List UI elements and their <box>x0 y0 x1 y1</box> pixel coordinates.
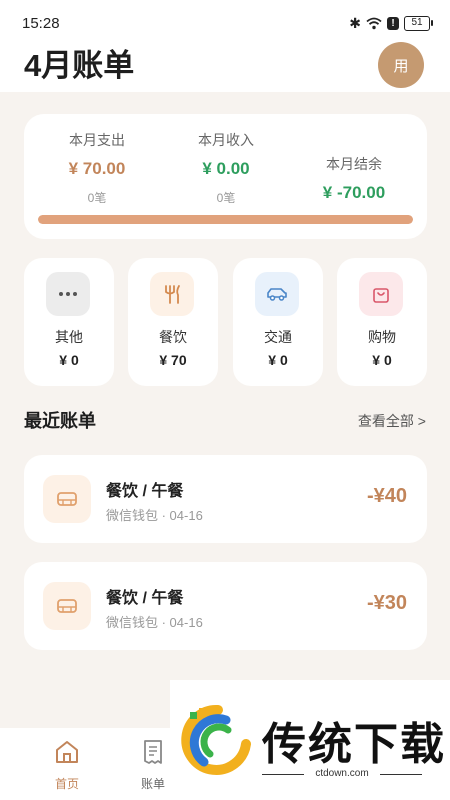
category-other[interactable]: 其他 ¥ 0 <box>24 258 114 386</box>
category-name: 交通 <box>264 329 292 345</box>
watermark-logo-icon <box>181 704 251 775</box>
status-time: 15:28 <box>22 15 60 32</box>
fork-knife-icon <box>150 272 194 316</box>
home-icon <box>56 741 78 763</box>
category-name: 其他 <box>55 329 83 345</box>
status-icons: ✱ ! 51 <box>349 15 433 31</box>
bill-title: 餐饮 / 午餐 <box>106 590 184 607</box>
expense-value: ¥ 70.00 <box>68 159 126 178</box>
food-box-icon <box>43 475 91 523</box>
bill-item[interactable]: 餐饮 / 午餐 微信钱包 · 04-16 -¥40 <box>24 455 427 543</box>
category-amount: ¥ 0 <box>59 352 79 368</box>
expense-count: 0笔 <box>87 191 107 205</box>
category-name: 购物 <box>368 329 396 345</box>
category-amount: ¥ 0 <box>372 352 392 368</box>
income-count: 0笔 <box>216 191 236 205</box>
page-title: 4月账单 <box>24 48 135 83</box>
wifi-icon <box>366 17 382 29</box>
income-value: ¥ 0.00 <box>202 159 250 178</box>
receipt-icon <box>144 740 162 764</box>
balance-label: 本月结余 <box>326 156 382 172</box>
alert-icon: ! <box>387 16 399 30</box>
bill-item[interactable]: 餐饮 / 午餐 微信钱包 · 04-16 -¥30 <box>24 562 427 650</box>
shopping-bag-icon <box>359 272 403 316</box>
category-amount: ¥ 0 <box>268 352 288 368</box>
watermark: 传统下载 ctdown.com <box>170 680 450 800</box>
watermark-divider <box>380 774 422 775</box>
avatar[interactable]: 用 <box>378 42 424 88</box>
budget-progress-fill <box>38 215 413 224</box>
bill-meta: 微信钱包 · 04-16 <box>106 615 203 630</box>
bill-meta: 微信钱包 · 04-16 <box>106 508 203 523</box>
car-icon <box>255 272 299 316</box>
watermark-text: 传统下载 <box>262 720 446 769</box>
bill-title: 餐饮 / 午餐 <box>106 483 184 500</box>
nav-label: 账单 <box>140 777 165 791</box>
budget-progress-bar <box>38 215 413 224</box>
income-summary: 本月收入 ¥ 0.00 0笔 <box>166 130 286 206</box>
bill-amount: -¥30 <box>366 592 407 614</box>
summary-card: 本月支出 ¥ 70.00 0笔 本月收入 ¥ 0.00 0笔 本月结余 ¥ -7… <box>24 114 427 239</box>
nav-item-home[interactable]: 首页 <box>47 738 87 792</box>
expense-label: 本月支出 <box>69 132 125 148</box>
view-all-link[interactable]: 查看全部 > <box>358 411 426 431</box>
nav-item-bills[interactable]: 账单 <box>133 738 173 792</box>
more-dots-icon <box>46 272 90 316</box>
category-amount: ¥ 70 <box>159 352 187 368</box>
income-label: 本月收入 <box>198 132 254 148</box>
category-name: 餐饮 <box>159 329 187 345</box>
category-dining[interactable]: 餐饮 ¥ 70 <box>128 258 218 386</box>
balance-value: ¥ -70.00 <box>322 183 386 202</box>
bill-amount: -¥40 <box>366 485 407 507</box>
bluetooth-icon: ✱ <box>349 15 361 31</box>
recent-bills-title: 最近账单 <box>24 411 96 431</box>
category-shopping[interactable]: 购物 ¥ 0 <box>337 258 427 386</box>
nav-label: 首页 <box>54 777 79 791</box>
battery-icon: 51 <box>404 15 433 31</box>
balance-summary: 本月结余 ¥ -70.00 <box>294 154 414 203</box>
food-box-icon <box>43 582 91 630</box>
category-transport[interactable]: 交通 ¥ 0 <box>233 258 323 386</box>
expense-summary: 本月支出 ¥ 70.00 0笔 <box>37 130 157 206</box>
